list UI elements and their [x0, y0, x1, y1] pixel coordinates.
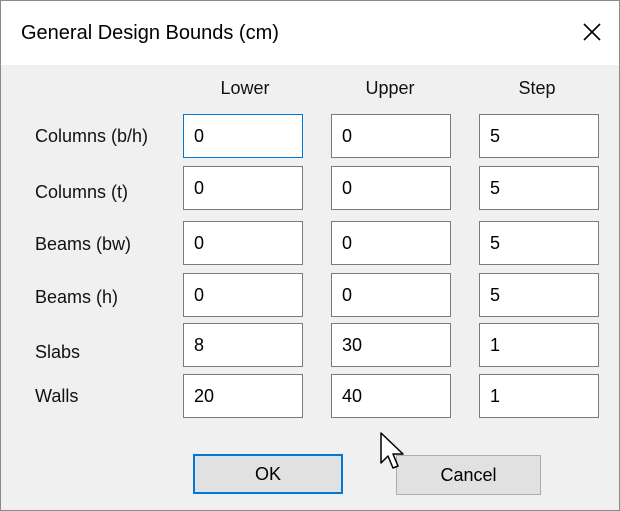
row-label-columns-bh: Columns (b/h): [35, 126, 149, 146]
columns-t-upper-input[interactable]: [331, 166, 451, 210]
dialog-title: General Design Bounds (cm): [21, 22, 279, 44]
beams-h-upper-input[interactable]: [331, 273, 451, 317]
row-label-columns-t: Columns (t): [35, 182, 129, 202]
columns-bh-step-input[interactable]: [479, 114, 599, 158]
row-label-beams-bw: Beams (bw): [35, 234, 132, 254]
beams-h-lower-input[interactable]: [183, 273, 303, 317]
slabs-upper-input[interactable]: [331, 323, 451, 367]
column-header-step: Step: [518, 78, 556, 98]
walls-upper-input[interactable]: [331, 374, 451, 418]
column-header-upper: Upper: [365, 78, 415, 98]
cancel-button[interactable]: Cancel: [396, 455, 541, 495]
columns-bh-lower-input[interactable]: [183, 114, 303, 158]
beams-h-step-input[interactable]: [479, 273, 599, 317]
columns-t-step-input[interactable]: [479, 166, 599, 210]
walls-step-input[interactable]: [479, 374, 599, 418]
columns-bh-upper-input[interactable]: [331, 114, 451, 158]
mouse-pointer-icon: [379, 431, 409, 475]
walls-lower-input[interactable]: [183, 374, 303, 418]
row-label-walls: Walls: [35, 386, 79, 406]
row-label-slabs: Slabs: [35, 342, 81, 362]
slabs-lower-input[interactable]: [183, 323, 303, 367]
row-label-beams-h: Beams (h): [35, 287, 119, 307]
title-bar: General Design Bounds (cm): [1, 1, 619, 65]
beams-bw-upper-input[interactable]: [331, 221, 451, 265]
design-bounds-dialog: General Design Bounds (cm) Lower Upper S…: [0, 0, 620, 511]
ok-button[interactable]: OK: [193, 454, 343, 494]
beams-bw-step-input[interactable]: [479, 221, 599, 265]
slabs-step-input[interactable]: [479, 323, 599, 367]
columns-t-lower-input[interactable]: [183, 166, 303, 210]
close-icon[interactable]: [575, 15, 609, 49]
beams-bw-lower-input[interactable]: [183, 221, 303, 265]
column-header-lower: Lower: [220, 78, 270, 98]
